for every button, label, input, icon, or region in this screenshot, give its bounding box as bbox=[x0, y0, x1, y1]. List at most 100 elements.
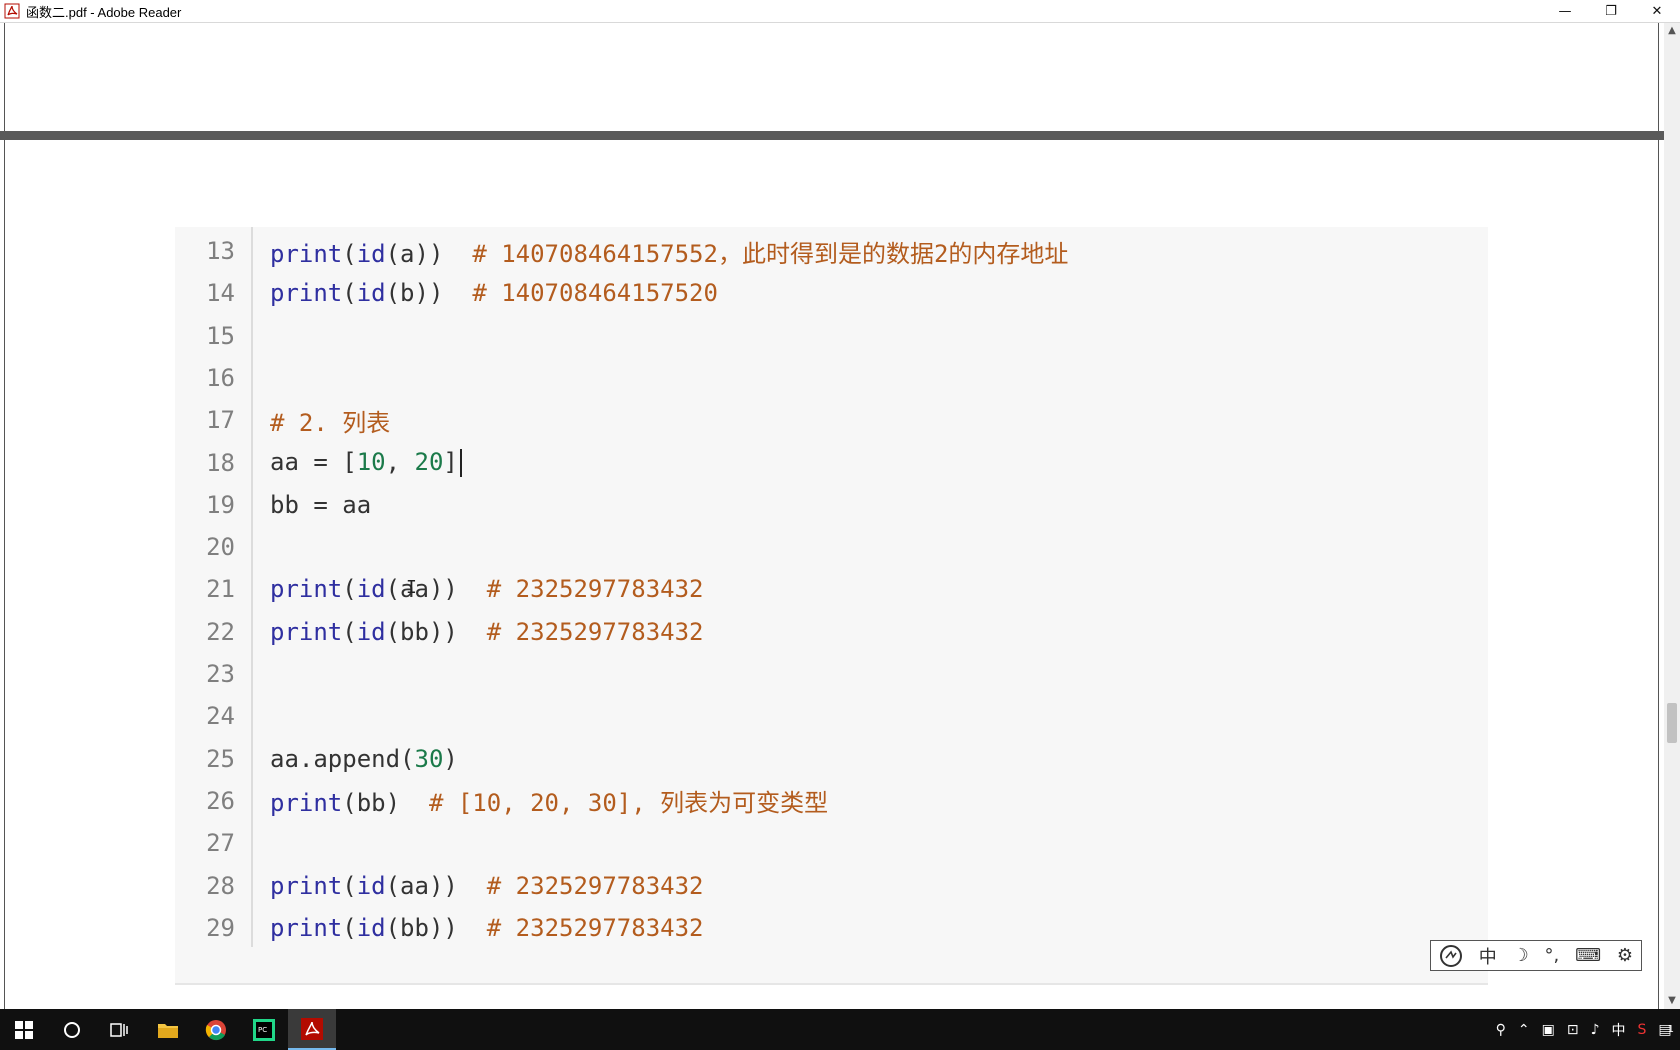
code-token: , bbox=[385, 448, 415, 476]
line-number: 16 bbox=[206, 363, 235, 392]
code-comment: # 140708464157520 bbox=[472, 279, 718, 308]
ime-logo-icon[interactable] bbox=[1439, 944, 1463, 968]
code-text[interactable]: print(id(bb)) # 2325297783432 bbox=[270, 914, 704, 942]
scroll-thumb[interactable] bbox=[1667, 703, 1677, 743]
code-line: 24 bbox=[175, 696, 1488, 736]
line-number: 19 bbox=[206, 490, 235, 519]
scroll-down-arrow-icon[interactable]: ▼ bbox=[1664, 993, 1680, 1009]
close-button[interactable]: ✕ bbox=[1634, 0, 1680, 23]
line-number: 22 bbox=[206, 617, 235, 646]
line-number: 18 bbox=[206, 448, 235, 477]
taskbar: PC ⚲ ⌃ ▣ ⊡ ♪ 中 S ▤ 1 bbox=[0, 1009, 1680, 1050]
line-number: 27 bbox=[206, 829, 235, 858]
code-comment: # [10, 20, 30], 列表为可变类型 bbox=[428, 789, 829, 818]
task-view-button[interactable] bbox=[96, 1009, 144, 1050]
line-number: 17 bbox=[206, 406, 235, 435]
tray-app-icon[interactable]: ▣ bbox=[1542, 1022, 1555, 1038]
code-comment: # 2325297783432 bbox=[486, 575, 704, 604]
ime-punctuation-icon[interactable]: °, bbox=[1545, 945, 1560, 966]
sogou-icon[interactable]: S bbox=[1638, 1022, 1647, 1038]
code-line: 22 print(id(bb)) # 2325297783432 bbox=[175, 612, 1488, 652]
taskbar-adobe-reader[interactable] bbox=[288, 1009, 336, 1050]
ime-settings-icon[interactable]: ⚙ bbox=[1617, 945, 1633, 966]
code-text[interactable]: print(id(b)) # 140708464157520 bbox=[270, 279, 718, 307]
ime-language-toggle[interactable]: 中 bbox=[1479, 943, 1497, 969]
tray-ime-indicator[interactable]: 中 bbox=[1612, 1020, 1626, 1040]
code-text[interactable]: print(id(a)) # 140708464157552，此时得到是的数据2… bbox=[270, 234, 1068, 269]
code-keyword: print bbox=[270, 789, 343, 818]
code-keyword: id bbox=[356, 239, 386, 268]
cortana-button[interactable] bbox=[48, 1009, 96, 1050]
line-number: 23 bbox=[206, 660, 235, 688]
code-keyword: print bbox=[270, 871, 343, 900]
windows-logo-icon bbox=[15, 1020, 33, 1039]
cortana-circle-icon bbox=[64, 1021, 80, 1038]
tray-overflow-chevron-icon[interactable]: ⌃ bbox=[1518, 1022, 1530, 1038]
code-token: ] bbox=[443, 448, 458, 476]
task-view-icon bbox=[110, 1022, 128, 1037]
code-line: 18 aa = [10, 20] bbox=[175, 443, 1488, 483]
code-comment: # 2325297783432 bbox=[486, 913, 704, 942]
code-token: ( bbox=[342, 279, 357, 308]
start-button[interactable] bbox=[0, 1009, 48, 1050]
code-line: 21 print(id(aa)) # 2325297783432 bbox=[175, 569, 1488, 609]
code-text[interactable]: print(id(aa)) # 2325297783432 bbox=[270, 575, 704, 603]
line-number: 25 bbox=[206, 744, 235, 773]
code-text[interactable]: aa.append(30) bbox=[270, 745, 458, 773]
folder-icon bbox=[158, 1023, 178, 1038]
people-icon[interactable]: ⚲ bbox=[1496, 1022, 1506, 1038]
code-line: 15 bbox=[175, 316, 1488, 356]
code-text[interactable]: print(id(aa)) # 2325297783432 bbox=[270, 872, 704, 900]
line-number: 14 bbox=[206, 279, 235, 308]
code-token: (aa)) bbox=[385, 575, 487, 604]
svg-text:PC: PC bbox=[258, 1026, 267, 1034]
code-text[interactable]: print(bb) # [10, 20, 30], 列表为可变类型 bbox=[270, 783, 828, 818]
code-token: aa.append( bbox=[270, 744, 415, 773]
code-token: ) bbox=[443, 744, 458, 773]
code-text[interactable]: print(id(bb)) # 2325297783432 bbox=[270, 618, 704, 646]
ime-keyboard-icon[interactable]: ⌨ bbox=[1575, 945, 1601, 966]
code-token: (aa)) bbox=[385, 871, 487, 900]
ime-moon-icon[interactable]: ☽ bbox=[1513, 945, 1529, 966]
code-keyword: id bbox=[356, 617, 386, 646]
vertical-scrollbar[interactable]: ▲ ▼ bbox=[1664, 23, 1680, 1009]
code-comment: # 2325297783432 bbox=[486, 617, 704, 646]
code-token: ( bbox=[342, 239, 357, 268]
line-number: 29 bbox=[206, 913, 235, 942]
code-text[interactable]: # 2. 列表 bbox=[270, 403, 390, 438]
code-token: ( bbox=[342, 871, 357, 900]
ime-toolbar[interactable]: 中 ☽ °, ⌨ ⚙ bbox=[1430, 940, 1642, 971]
code-token: ( bbox=[342, 913, 357, 942]
code-token: ( bbox=[342, 575, 357, 604]
code-keyword: print bbox=[270, 239, 343, 268]
window-title: 函数二.pdf - Adobe Reader bbox=[26, 4, 182, 20]
code-line: 28 print(id(aa)) # 2325297783432 bbox=[175, 866, 1488, 906]
window-controls: — ❐ ✕ bbox=[1542, 0, 1680, 23]
code-number: 20 bbox=[414, 448, 444, 476]
code-line: 16 bbox=[175, 358, 1488, 398]
scroll-up-arrow-icon[interactable]: ▲ bbox=[1664, 23, 1680, 39]
code-number: 10 bbox=[356, 448, 386, 476]
minimize-button[interactable]: — bbox=[1542, 0, 1588, 23]
code-line: 17 # 2. 列表 bbox=[175, 400, 1488, 440]
restore-button[interactable]: ❐ bbox=[1588, 0, 1634, 23]
line-number: 28 bbox=[206, 871, 235, 900]
taskbar-chrome[interactable] bbox=[192, 1009, 240, 1050]
code-text[interactable]: aa = [10, 20] bbox=[270, 448, 462, 477]
code-token: (bb)) bbox=[385, 617, 487, 646]
volume-icon[interactable]: ♪ bbox=[1591, 1022, 1600, 1038]
chrome-icon bbox=[205, 1019, 226, 1040]
code-line: 27 bbox=[175, 823, 1488, 863]
code-line: 14 print(id(b)) # 140708464157520 bbox=[175, 273, 1488, 313]
code-token: aa = [ bbox=[270, 448, 357, 476]
text-caret bbox=[459, 449, 462, 477]
code-line: 13 print(id(a)) # 140708464157552，此时得到是的数… bbox=[175, 231, 1488, 271]
taskbar-file-explorer[interactable] bbox=[144, 1009, 192, 1050]
line-number: 20 bbox=[206, 533, 235, 562]
network-icon[interactable]: ⊡ bbox=[1567, 1022, 1579, 1038]
code-text[interactable]: bb = aa bbox=[270, 491, 371, 519]
adobe-reader-icon bbox=[4, 3, 20, 19]
taskbar-pycharm[interactable]: PC bbox=[240, 1009, 288, 1050]
code-token: (a)) bbox=[385, 239, 473, 268]
code-keyword: print bbox=[270, 913, 343, 942]
